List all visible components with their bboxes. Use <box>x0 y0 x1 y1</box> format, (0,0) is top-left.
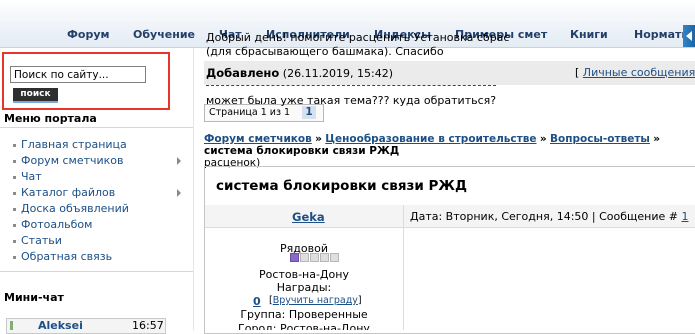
breadcrumb-current: система блокировки связи РЖД <box>204 145 400 157</box>
bullet-icon <box>13 208 16 211</box>
portal-menu: Главная страница Форум сметчиков Чат Кат… <box>13 137 193 265</box>
pm-bar-text: [ Личные сообщения <box>575 66 695 79</box>
sidebar-divider <box>0 271 193 272</box>
author-name[interactable]: Geka <box>292 210 325 224</box>
arrow-left-icon <box>686 31 692 41</box>
breadcrumb-pricing[interactable]: Ценообразование в строительстве <box>325 133 536 145</box>
give-award-link[interactable]: Вручить награду <box>273 295 358 306</box>
post-author-column: Geka Рядовой Ростов-на-Дону Награды: 0 [… <box>205 205 403 330</box>
message-header: Дата: Вторник, Сегодня, 14:50 | Сообщени… <box>404 205 695 228</box>
bullet-icon <box>13 160 16 163</box>
message-number-label: | Сообщение # <box>591 210 678 223</box>
message-body: Добрый день! помогите расценить Установк… <box>206 31 510 59</box>
added-label: Добавлено <box>206 66 280 80</box>
sidebar-item-label: Главная страница <box>21 138 127 151</box>
dashed-separator <box>206 85 496 86</box>
breadcrumb-separator: » <box>315 133 322 145</box>
pm-bracket: [ <box>575 66 580 79</box>
author-city-line: Город: Ростов-на-Дону <box>238 322 370 330</box>
bullet-icon <box>13 144 16 147</box>
bullet-icon <box>13 224 16 227</box>
chat-time: 16:57 <box>132 319 164 332</box>
sidebar-item-label: Доска объявлений <box>21 202 129 215</box>
search-button[interactable]: поиск <box>13 88 58 103</box>
author-group: Группа: Проверенные <box>240 308 368 321</box>
sidebar-item-articles[interactable]: Статьи <box>13 233 193 249</box>
rank-pip <box>320 253 329 262</box>
breadcrumb: Форум сметчиков » Ценообразование в стро… <box>204 133 695 169</box>
pagination-label: Страница 1 из 1 <box>209 107 291 118</box>
message-date: Дата: Вторник, Сегодня, 14:50 <box>410 210 589 223</box>
rank-pip <box>330 253 339 262</box>
thread-title: система блокировки связи РЖД <box>216 178 467 194</box>
nav-training[interactable]: Обучение <box>133 28 195 41</box>
bullet-icon <box>13 192 16 195</box>
bullet-icon <box>13 256 16 259</box>
minichat-title: Мини-чат <box>4 291 64 304</box>
rank-pip <box>300 253 309 262</box>
sidebar-item-label: Обратная связь <box>21 250 113 263</box>
bullet-icon <box>13 240 16 243</box>
submenu-arrow-icon <box>177 157 181 165</box>
rank-pip <box>310 253 319 262</box>
status-indicator <box>10 321 13 330</box>
author-city: Ростов-на-Дону <box>259 268 349 281</box>
message-text-line: (для сбрасывающего башмака). Спасибо <box>206 45 444 58</box>
awards-label: Награды: <box>276 281 332 294</box>
portal-menu-title: Меню портала <box>4 112 97 125</box>
private-messages-link[interactable]: Личные сообщения <box>583 66 695 79</box>
sidebar-item-label: Чат <box>21 170 42 183</box>
sidebar-item-photo-album[interactable]: Фотоальбом <box>13 217 193 233</box>
added-date: (26.11.2019, 15:42) <box>282 67 394 80</box>
nav-forum[interactable]: Форум <box>67 28 110 41</box>
author-header: Geka <box>205 205 403 228</box>
page-number[interactable]: 1 <box>302 106 316 119</box>
breadcrumb-forum[interactable]: Форум сметчиков <box>204 133 312 145</box>
sidebar-item-chat[interactable]: Чат <box>13 169 193 185</box>
search-input[interactable] <box>10 66 146 83</box>
sidebar-border <box>193 48 194 330</box>
nav-scroll-button[interactable] <box>683 25 695 47</box>
sidebar-divider <box>0 127 193 128</box>
message-number-link[interactable]: 1 <box>681 210 688 223</box>
sidebar-item-label: Форум сметчиков <box>21 154 124 167</box>
message-text-line: может была уже такая тема??? куда обрати… <box>206 94 497 107</box>
sidebar-item-feedback[interactable]: Обратная связь <box>13 249 193 265</box>
sidebar-item-label: Фотоальбом <box>21 218 93 231</box>
breadcrumb-qa[interactable]: Вопросы-ответы <box>550 133 650 145</box>
bullet-icon <box>13 176 16 179</box>
message-meta: Дата: Вторник, Сегодня, 14:50 | Сообщени… <box>410 210 688 223</box>
breadcrumb-separator: » <box>539 133 547 145</box>
rank-level-indicator <box>290 253 340 262</box>
minichat-message: Aleksei 16:57 <box>6 318 166 334</box>
sidebar-item-home[interactable]: Главная страница <box>13 137 193 153</box>
sidebar-item-forum[interactable]: Форум сметчиков <box>13 153 193 169</box>
awards-count[interactable]: 0 <box>253 295 261 308</box>
nav-books[interactable]: Книги <box>570 28 608 41</box>
message-text-line: Добрый день! помогите расценить Установк… <box>206 31 510 44</box>
post: Geka Рядовой Ростов-на-Дону Награды: 0 [… <box>205 205 695 330</box>
sidebar-item-file-catalog[interactable]: Каталог файлов <box>13 185 193 201</box>
sidebar-item-board[interactable]: Доска объявлений <box>13 201 193 217</box>
breadcrumb-separator: » <box>653 133 661 145</box>
rank-pip <box>290 253 299 262</box>
submenu-arrow-icon <box>177 189 181 197</box>
chat-username[interactable]: Aleksei <box>38 319 83 332</box>
added-note: Добавлено (26.11.2019, 15:42) <box>206 66 393 80</box>
sidebar-item-label: Каталог файлов <box>21 186 116 199</box>
sidebar-item-label: Статьи <box>21 234 62 247</box>
give-award: [Вручить награду] <box>269 295 362 306</box>
